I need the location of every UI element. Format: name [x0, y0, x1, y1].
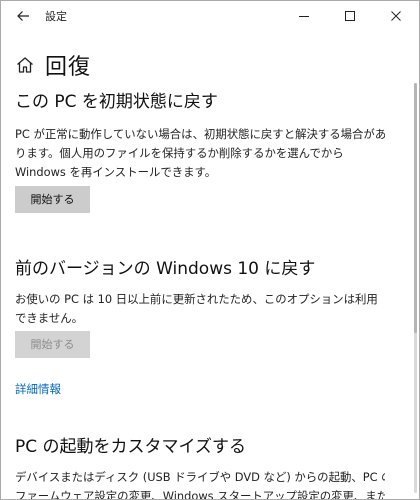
reset-start-button[interactable]: 開始する — [15, 186, 90, 213]
close-button[interactable] — [373, 1, 419, 31]
reset-heading: この PC を初期状態に戻す — [15, 92, 218, 112]
rollback-section: 前のバージョンの Windows 10 に戻す — [15, 254, 315, 279]
rollback-heading: 前のバージョンの Windows 10 に戻す — [15, 259, 316, 279]
maximize-button[interactable] — [327, 1, 373, 31]
rollback-description: お使いの PC は 10 日以上前に更新されたため、このオプションは利用できませ… — [15, 292, 378, 325]
window-controls — [281, 1, 419, 31]
page-header: 回復 — [15, 49, 91, 81]
home-icon — [17, 57, 33, 73]
rollback-start-button[interactable]: 開始する — [15, 331, 90, 358]
settings-window: 設定 回復 この PC を初期状態に戻す PC が正常に動作していない場合は、初… — [0, 0, 420, 500]
reset-section: この PC を初期状態に戻す — [15, 87, 218, 112]
reset-description: PC が正常に動作していない場合は、初期状態に戻すと解決する場合があります。個人… — [15, 127, 385, 179]
scrollbar-thumb[interactable] — [414, 83, 417, 333]
scrollbar[interactable] — [414, 83, 417, 493]
advanced-section: PC の起動をカスタマイズする — [15, 432, 246, 457]
advanced-heading: PC の起動をカスタマイズする — [15, 437, 247, 457]
page-title: 回復 — [45, 55, 92, 80]
back-button[interactable] — [1, 1, 45, 31]
content-area: この PC を初期状態に戻す PC が正常に動作していない場合は、初期状態に戻す… — [15, 87, 385, 499]
minimize-icon — [299, 16, 309, 17]
window-title: 設定 — [45, 10, 67, 23]
learn-more-link[interactable]: 詳細情報 — [15, 381, 61, 397]
title-bar: 設定 — [1, 1, 419, 31]
back-arrow-icon — [17, 11, 29, 21]
maximize-icon — [345, 11, 355, 21]
advanced-description: デバイスまたはディスク (USB ドライブや DVD など) からの起動、PC … — [15, 470, 385, 499]
minimize-button[interactable] — [281, 1, 327, 31]
close-icon — [391, 11, 401, 21]
